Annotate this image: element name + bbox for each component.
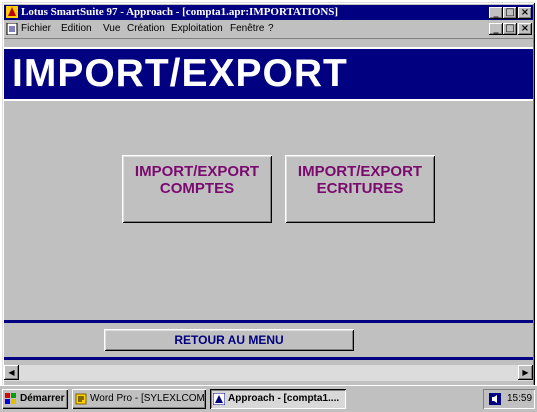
scroll-left-icon[interactable]: ◀ <box>4 365 19 380</box>
speaker-icon[interactable] <box>489 393 501 405</box>
system-tray: 15:59 <box>483 389 535 409</box>
task-approach[interactable]: Approach - [compta1.... <box>210 389 346 409</box>
close-button[interactable]: × <box>518 7 532 19</box>
page-title: IMPORT/EXPORT <box>12 52 348 95</box>
button-label-line1: IMPORT/EXPORT <box>134 163 260 180</box>
horizontal-scrollbar[interactable]: ◀ ▶ <box>4 365 533 381</box>
start-button[interactable]: Démarrer <box>2 389 68 409</box>
scroll-right-icon[interactable]: ▶ <box>518 365 533 380</box>
lotus-app-icon <box>6 6 18 18</box>
import-export-ecritures-button[interactable]: IMPORT/EXPORT ECRITURES <box>285 155 435 223</box>
title-bar[interactable]: Lotus SmartSuite 97 - Approach - [compta… <box>4 5 533 20</box>
import-export-comptes-button[interactable]: IMPORT/EXPORT COMPTES <box>122 155 272 223</box>
button-label-line1: IMPORT/EXPORT <box>297 163 423 180</box>
menu-fichier[interactable]: Fichier <box>21 21 51 37</box>
menu-fenetre[interactable]: Fenêtre <box>230 21 264 37</box>
task-word-pro[interactable]: Word Pro - [SYLEXLCOM... <box>72 389 206 409</box>
task-label: Word Pro - [SYLEXLCOM... <box>90 393 206 404</box>
header-banner: IMPORT/EXPORT <box>4 47 533 101</box>
maximize-button[interactable]: □ <box>503 7 517 19</box>
button-label-line2: COMPTES <box>159 180 235 197</box>
divider-bottom <box>4 357 533 360</box>
clock[interactable]: 15:59 <box>507 389 532 409</box>
doc-minimize-button[interactable]: _ <box>489 23 503 35</box>
minimize-button[interactable]: _ <box>489 7 503 19</box>
divider-top <box>4 320 533 323</box>
start-label: Démarrer <box>20 393 65 404</box>
windows-logo-icon <box>5 393 16 404</box>
menu-exploitation[interactable]: Exploitation <box>171 21 223 37</box>
word-pro-icon <box>75 393 87 405</box>
document-icon[interactable] <box>6 23 18 35</box>
doc-close-button[interactable]: × <box>518 23 532 35</box>
window-title: Lotus SmartSuite 97 - Approach - [compta… <box>21 6 339 18</box>
menu-help[interactable]: ? <box>268 21 274 37</box>
menu-vue[interactable]: Vue <box>103 21 120 37</box>
doc-maximize-button[interactable]: □ <box>503 23 517 35</box>
approach-icon <box>213 393 225 405</box>
menu-edition[interactable]: Edition <box>61 21 92 37</box>
task-label: Approach - [compta1.... <box>228 393 340 404</box>
return-to-menu-button[interactable]: RETOUR AU MENU <box>104 329 354 351</box>
taskbar: Démarrer Word Pro - [SYLEXLCOM... Approa… <box>0 385 537 412</box>
button-label-line2: ECRITURES <box>316 180 404 197</box>
menu-creation[interactable]: Création <box>127 21 165 37</box>
menu-bar: Fichier Edition Vue Création Exploitatio… <box>4 21 533 37</box>
form-area: IMPORT/EXPORT IMPORT/EXPORT COMPTES IMPO… <box>4 38 533 364</box>
